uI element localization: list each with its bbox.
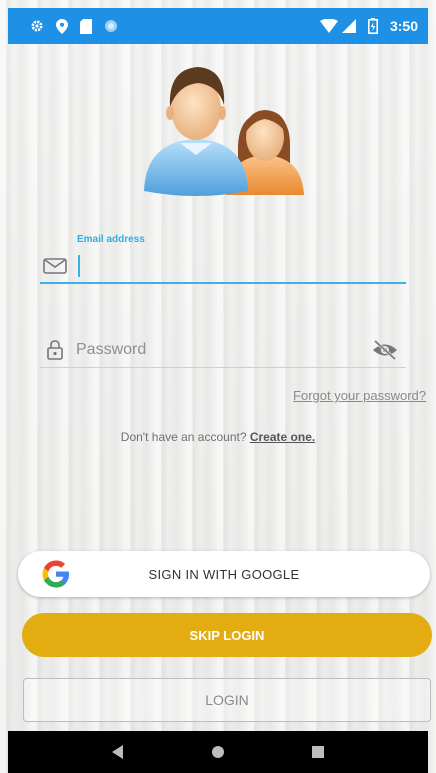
battery-icon	[367, 18, 378, 34]
users-avatar	[138, 55, 308, 200]
signup-prompt: Don't have an account? Create one.	[0, 430, 436, 444]
no-account-text: Don't have an account?	[120, 430, 250, 444]
navigation-bar	[8, 731, 428, 773]
eye-off-icon[interactable]	[370, 339, 400, 361]
signal-icon	[341, 19, 356, 33]
login-button[interactable]: LOGIN	[23, 678, 431, 722]
password-field[interactable]	[76, 337, 370, 362]
status-bar: 3:50	[8, 8, 428, 44]
login-screen: 3:50 Email address Forgot your password?…	[0, 0, 436, 773]
home-icon[interactable]	[208, 742, 228, 762]
status-icons-left	[30, 18, 118, 34]
google-sign-in-label: SIGN IN WITH GOOGLE	[148, 566, 300, 582]
back-icon[interactable]	[108, 742, 128, 762]
recents-icon[interactable]	[308, 742, 328, 762]
email-field-row	[40, 250, 406, 284]
sync-icon	[104, 19, 118, 33]
email-field[interactable]	[78, 255, 378, 277]
create-account-link[interactable]: Create one.	[250, 430, 315, 444]
skip-login-button[interactable]: SKIP LOGIN	[22, 613, 432, 657]
status-icons-right: 3:50	[319, 18, 418, 34]
email-label: Email address	[77, 234, 145, 245]
google-sign-in-button[interactable]: SIGN IN WITH GOOGLE	[18, 551, 430, 597]
password-field-row	[40, 332, 406, 368]
wifi-icon	[319, 19, 338, 33]
status-time: 3:50	[389, 18, 418, 34]
sd-card-icon	[80, 18, 92, 34]
forgot-password-link[interactable]: Forgot your password?	[293, 388, 426, 403]
lock-icon	[44, 339, 70, 361]
mail-icon	[42, 257, 68, 275]
location-icon	[56, 18, 68, 34]
settings-icon	[30, 19, 44, 33]
